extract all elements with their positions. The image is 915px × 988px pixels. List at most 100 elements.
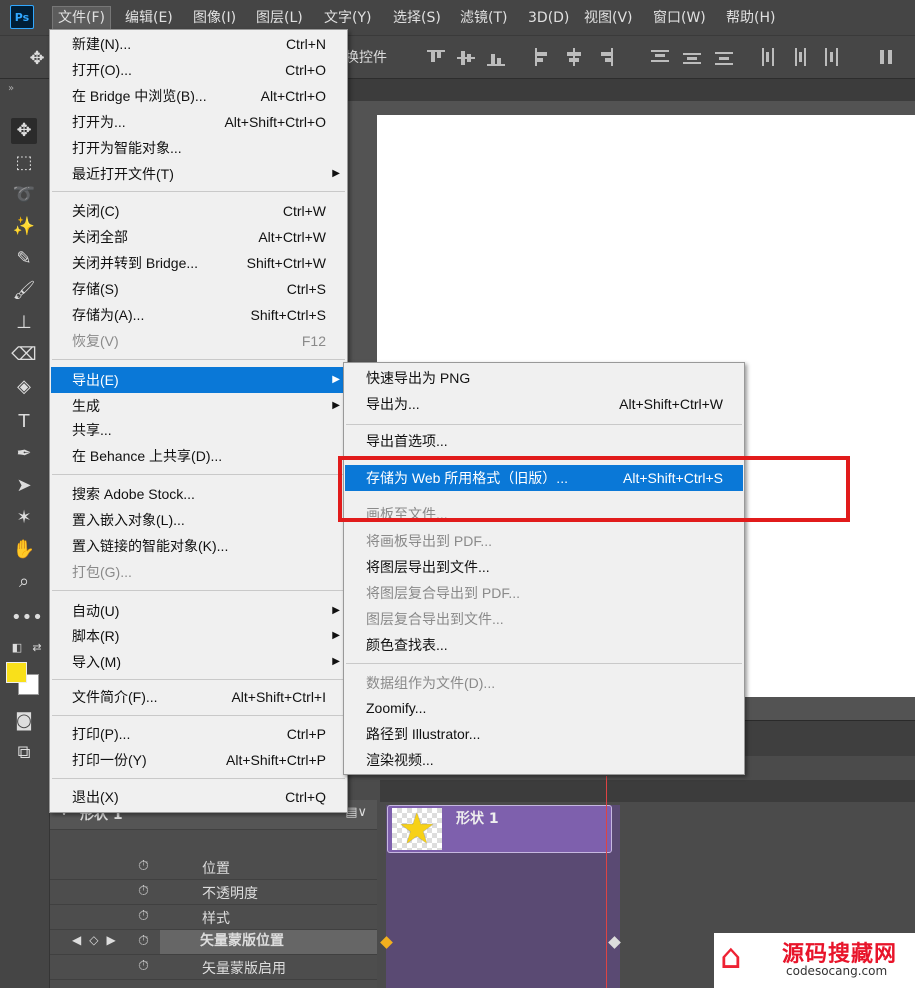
- foreground-color-swatch[interactable]: [6, 662, 27, 683]
- menu-item-color-lookup-tables[interactable]: 颜色查找表...: [345, 632, 743, 658]
- stopwatch-icon[interactable]: ⏱: [138, 958, 149, 974]
- align-horizontal-center-icon[interactable]: [565, 48, 583, 68]
- keyframe-navigator-icon[interactable]: ◀◇▶: [72, 933, 124, 947]
- menu-item-scripts[interactable]: 脚本(R) ▶: [51, 623, 346, 649]
- menu-item-place-embedded[interactable]: 置入嵌入对象(L)...: [51, 507, 346, 533]
- menu-item-place-linked[interactable]: 置入链接的智能对象(K)...: [51, 533, 346, 559]
- menu-item-revert[interactable]: 恢复(V) F12: [51, 328, 346, 354]
- distribute-spacing-icon[interactable]: [878, 48, 896, 68]
- menu-item-package[interactable]: 打包(G)...: [51, 559, 346, 585]
- menu-item-search-adobe-stock[interactable]: 搜索 Adobe Stock...: [51, 481, 346, 507]
- menu-image[interactable]: 图像(I): [188, 7, 241, 29]
- timeline-ruler[interactable]: [380, 780, 915, 802]
- distribute-bottom-icon[interactable]: [715, 48, 733, 68]
- menu-item-open-recent[interactable]: 最近打开文件(T) ▶: [51, 161, 346, 187]
- layer-clip[interactable]: ★ 形状 1: [387, 805, 612, 853]
- paint-bucket-tool-icon[interactable]: ◈: [11, 374, 37, 400]
- pen-tool-icon[interactable]: ✒: [11, 441, 37, 467]
- move-tool-icon[interactable]: ✥: [26, 48, 48, 70]
- property-row[interactable]: ◀◇▶ ⏱ 矢量蒙版位置: [50, 930, 377, 955]
- swap-colors-icon[interactable]: ⇄: [24, 635, 50, 661]
- menu-item-zoomify[interactable]: Zoomify...: [345, 695, 743, 721]
- custom-shape-tool-icon[interactable]: ✶: [11, 505, 37, 531]
- menu-item-open-as[interactable]: 打开为... Alt+Shift+Ctrl+O: [51, 109, 346, 135]
- menu-item-save[interactable]: 存储(S) Ctrl+S: [51, 276, 346, 302]
- eraser-tool-icon[interactable]: ⌫: [11, 342, 37, 368]
- menu-item-exit[interactable]: 退出(X) Ctrl+Q: [51, 784, 346, 810]
- align-bottom-icon[interactable]: [487, 48, 505, 68]
- align-vertical-center-icon[interactable]: [457, 48, 475, 68]
- menu-item-automate[interactable]: 自动(U) ▶: [51, 598, 346, 624]
- menu-item-render-video[interactable]: 渲染视频...: [345, 747, 743, 773]
- lasso-tool-icon[interactable]: ➰: [11, 182, 37, 208]
- menu-item-close-all[interactable]: 关闭全部 Alt+Ctrl+W: [51, 224, 346, 250]
- magic-wand-tool-icon[interactable]: ✨: [11, 214, 37, 240]
- clone-stamp-tool-icon[interactable]: ⊥: [11, 310, 37, 336]
- video-layer-icon[interactable]: ▤∨: [345, 805, 367, 820]
- menu-item-import[interactable]: 导入(M) ▶: [51, 649, 346, 675]
- menu-item-layer-comps-to-pdf[interactable]: 将图层复合导出到 PDF...: [345, 580, 743, 606]
- distribute-right-icon[interactable]: [822, 48, 840, 68]
- menu-3d[interactable]: 3D(D): [523, 7, 574, 29]
- menu-item-new[interactable]: 新建(N)... Ctrl+N: [51, 31, 346, 57]
- menu-edit[interactable]: 编辑(E): [120, 7, 178, 29]
- stopwatch-icon[interactable]: ⏱: [138, 933, 149, 949]
- menu-item-share-behance[interactable]: 在 Behance 上共享(D)...: [51, 443, 346, 469]
- photoshop-logo[interactable]: Ps: [10, 5, 34, 29]
- distribute-left-icon[interactable]: [760, 48, 778, 68]
- stopwatch-icon[interactable]: ⏱: [138, 908, 149, 924]
- menu-filter[interactable]: 滤镜(T): [455, 7, 512, 29]
- menu-item-save-as[interactable]: 存储为(A)... Shift+Ctrl+S: [51, 302, 346, 328]
- menu-help[interactable]: 帮助(H): [721, 7, 780, 29]
- align-right-icon[interactable]: [596, 48, 614, 68]
- align-left-icon[interactable]: [533, 48, 551, 68]
- menu-layer[interactable]: 图层(L): [251, 7, 308, 29]
- menu-view[interactable]: 视图(V): [579, 7, 638, 29]
- menu-item-paths-to-illustrator[interactable]: 路径到 Illustrator...: [345, 721, 743, 747]
- hand-tool-icon[interactable]: ✋: [11, 537, 37, 563]
- menu-item-artboards-to-pdf[interactable]: 将画板导出到 PDF...: [345, 528, 743, 554]
- distribute-vertical-center-icon[interactable]: [683, 48, 701, 68]
- path-selection-tool-icon[interactable]: ➤: [11, 473, 37, 499]
- distribute-horizontal-center-icon[interactable]: [791, 48, 809, 68]
- menu-file[interactable]: 文件(F): [52, 6, 111, 30]
- zoom-tool-icon[interactable]: ⌕: [11, 569, 37, 595]
- menu-select[interactable]: 选择(S): [388, 7, 446, 29]
- menu-item-layer-comps-to-files[interactable]: 图层复合导出到文件...: [345, 606, 743, 632]
- menu-item-close-go-bridge[interactable]: 关闭并转到 Bridge... Shift+Ctrl+W: [51, 250, 346, 276]
- quick-mask-icon[interactable]: ◙: [11, 708, 37, 734]
- menu-item-file-info[interactable]: 文件简介(F)... Alt+Shift+Ctrl+I: [51, 684, 346, 710]
- type-tool-icon[interactable]: T: [11, 409, 37, 435]
- property-row[interactable]: ⏱ 位置: [50, 855, 377, 880]
- distribute-top-icon[interactable]: [651, 48, 669, 68]
- menu-item-close[interactable]: 关闭(C) Ctrl+W: [51, 198, 346, 224]
- stopwatch-icon[interactable]: ⏱: [138, 883, 149, 899]
- property-row[interactable]: ⏱ 样式: [50, 905, 377, 930]
- menu-item-export-as[interactable]: 导出为... Alt+Shift+Ctrl+W: [345, 391, 743, 417]
- property-row[interactable]: ⏱ 矢量蒙版启用: [50, 955, 377, 980]
- menu-item-share[interactable]: 共享...: [51, 417, 346, 443]
- menu-window[interactable]: 窗口(W): [648, 7, 711, 29]
- playhead[interactable]: [606, 776, 607, 988]
- menu-type[interactable]: 文字(Y): [319, 7, 376, 29]
- menu-item-print-one-copy[interactable]: 打印一份(Y) Alt+Shift+Ctrl+P: [51, 747, 346, 773]
- collapse-panel-icon[interactable]: »: [8, 83, 14, 94]
- menu-item-browse-bridge[interactable]: 在 Bridge 中浏览(B)... Alt+Ctrl+O: [51, 83, 346, 109]
- stopwatch-icon[interactable]: ⏱: [138, 858, 149, 874]
- menu-item-data-sets-as-files[interactable]: 数据组作为文件(D)...: [345, 670, 743, 696]
- menu-item-export-preferences[interactable]: 导出首选项...: [345, 428, 743, 454]
- menu-item-export[interactable]: 导出(E) ▶: [51, 367, 346, 393]
- screen-mode-icon[interactable]: ⧉: [11, 740, 37, 766]
- marquee-tool-icon[interactable]: ⬚: [11, 150, 37, 176]
- more-tools-icon[interactable]: •••: [11, 605, 43, 631]
- align-top-icon[interactable]: [427, 48, 445, 68]
- menu-item-open[interactable]: 打开(O)... Ctrl+O: [51, 57, 346, 83]
- show-transform-controls-label[interactable]: 换控件: [345, 47, 387, 67]
- move-tool-icon[interactable]: ✥: [11, 118, 37, 144]
- brush-tool-icon[interactable]: 🖌: [11, 278, 37, 304]
- menu-item-quick-export-png[interactable]: 快速导出为 PNG: [345, 365, 743, 391]
- menu-item-open-smart-object[interactable]: 打开为智能对象...: [51, 135, 346, 161]
- menu-item-generate[interactable]: 生成 ▶: [51, 393, 346, 419]
- property-row[interactable]: ⏱ 不透明度: [50, 880, 377, 905]
- menu-item-layers-to-files[interactable]: 将图层导出到文件...: [345, 554, 743, 580]
